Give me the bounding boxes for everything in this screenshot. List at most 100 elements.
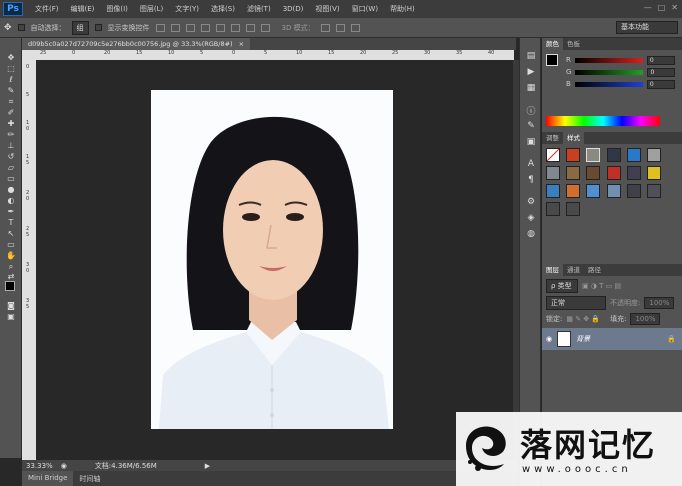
align-left-icon[interactable] bbox=[200, 23, 210, 32]
menu-filter[interactable]: 滤镜(T) bbox=[247, 4, 271, 14]
menu-window[interactable]: 窗口(W) bbox=[352, 4, 378, 14]
style-swatch[interactable] bbox=[606, 184, 621, 198]
fill-input[interactable]: 100% bbox=[630, 313, 661, 325]
quick-select-tool-icon[interactable]: ✎ bbox=[0, 85, 22, 96]
shape-tool-icon[interactable]: ▭ bbox=[0, 239, 22, 250]
properties-icon[interactable]: ▦ bbox=[520, 80, 542, 96]
tab-color[interactable]: 颜色 bbox=[542, 38, 563, 50]
tab-channels[interactable]: 通道 bbox=[563, 264, 584, 276]
style-swatch[interactable] bbox=[546, 166, 560, 180]
channel-b-value[interactable]: 0 bbox=[646, 79, 675, 89]
move-tool-icon[interactable]: ✥ bbox=[0, 52, 22, 63]
actions-icon[interactable]: ▶ bbox=[520, 64, 542, 80]
tool-presets-icon[interactable]: ⚙ bbox=[520, 194, 542, 210]
menu-edit[interactable]: 编辑(E) bbox=[71, 4, 95, 14]
doc-info[interactable]: 文档:4.36M/6.56M bbox=[95, 461, 157, 471]
paragraph-icon[interactable]: ¶ bbox=[520, 172, 542, 188]
tab-swatches[interactable]: 色板 bbox=[563, 38, 584, 50]
align-right-icon[interactable] bbox=[230, 23, 240, 32]
style-swatch[interactable] bbox=[546, 148, 560, 162]
stamp-tool-icon[interactable]: ⊥ bbox=[0, 140, 22, 151]
clone-source-icon[interactable]: ▣ bbox=[520, 134, 542, 150]
style-swatch[interactable] bbox=[626, 184, 641, 198]
style-swatch[interactable] bbox=[626, 166, 641, 180]
filter-icons[interactable]: ▣ ◑ T ▭ ▤ bbox=[582, 282, 621, 290]
menu-view[interactable]: 视图(V) bbox=[315, 4, 339, 14]
distribute-icon[interactable] bbox=[245, 23, 255, 32]
style-swatch[interactable] bbox=[546, 202, 560, 216]
menu-select[interactable]: 选择(S) bbox=[211, 4, 235, 14]
tab-adjustments[interactable]: 调整 bbox=[542, 132, 563, 144]
zoom-readout[interactable]: 33.33% bbox=[26, 462, 53, 470]
style-swatch[interactable] bbox=[606, 148, 621, 162]
style-swatch[interactable] bbox=[566, 202, 581, 216]
gradient-tool-icon[interactable]: ▭ bbox=[0, 173, 22, 184]
style-swatch[interactable] bbox=[586, 166, 601, 180]
style-swatch[interactable] bbox=[566, 148, 581, 162]
color-spectrum[interactable] bbox=[546, 116, 660, 126]
align-center-icon[interactable] bbox=[215, 23, 225, 32]
menu-help[interactable]: 帮助(H) bbox=[390, 4, 415, 14]
align-middle-icon[interactable] bbox=[170, 23, 180, 32]
slide-3d-icon[interactable] bbox=[350, 23, 360, 32]
style-swatch[interactable] bbox=[647, 184, 662, 198]
tab-mini-bridge[interactable]: Mini Bridge bbox=[22, 471, 74, 486]
color-foreground[interactable] bbox=[546, 54, 558, 66]
style-swatch[interactable] bbox=[586, 184, 601, 198]
color-swatches[interactable] bbox=[0, 280, 21, 300]
menu-image[interactable]: 图像(I) bbox=[106, 4, 128, 14]
style-swatch[interactable] bbox=[586, 148, 601, 162]
lock-icons[interactable]: ▦ ✎ ✥ 🔒 bbox=[566, 315, 600, 323]
zoom-tool-icon[interactable]: ⌕ bbox=[0, 261, 22, 272]
channel-r-value[interactable]: 0 bbox=[646, 55, 675, 65]
channel-g-slider[interactable] bbox=[575, 69, 644, 75]
eraser-tool-icon[interactable]: ▱ bbox=[0, 162, 22, 173]
path-select-tool-icon[interactable]: ↖ bbox=[0, 228, 22, 239]
eyedropper-tool-icon[interactable]: ✐ bbox=[0, 107, 22, 118]
close-button[interactable]: ✕ bbox=[671, 3, 678, 12]
pan-3d-icon[interactable] bbox=[335, 23, 345, 32]
style-swatch[interactable] bbox=[606, 166, 621, 180]
status-icon[interactable]: ◉ bbox=[61, 462, 67, 470]
rotate-3d-icon[interactable] bbox=[320, 23, 330, 32]
lasso-tool-icon[interactable]: ℓ bbox=[0, 74, 22, 85]
workspace-dropdown[interactable]: 基本功能 bbox=[616, 21, 678, 34]
tab-layers[interactable]: 图层 bbox=[542, 264, 563, 276]
healing-tool-icon[interactable]: ✚ bbox=[0, 118, 22, 129]
menu-type[interactable]: 文字(Y) bbox=[175, 4, 199, 14]
show-transform-checkbox[interactable] bbox=[94, 24, 102, 31]
channel-b-slider[interactable] bbox=[574, 81, 643, 87]
type-tool-icon[interactable]: T bbox=[0, 217, 22, 228]
align-bottom-icon[interactable] bbox=[185, 23, 195, 32]
info-icon[interactable]: ⓘ bbox=[520, 102, 542, 118]
portrait-photo[interactable] bbox=[151, 90, 393, 429]
blend-mode-dropdown[interactable]: 正常 bbox=[546, 296, 606, 310]
align-top-icon[interactable] bbox=[155, 23, 165, 32]
menu-layer[interactable]: 图层(L) bbox=[140, 4, 163, 14]
menu-file[interactable]: 文件(F) bbox=[35, 4, 59, 14]
minimize-button[interactable]: — bbox=[644, 3, 652, 12]
style-swatch[interactable] bbox=[546, 184, 560, 198]
tab-timeline[interactable]: 时间轴 bbox=[73, 474, 106, 484]
tab-styles[interactable]: 样式 bbox=[563, 132, 584, 144]
brush-icon[interactable]: ✎ bbox=[520, 118, 542, 134]
auto-select-checkbox[interactable] bbox=[17, 24, 25, 31]
quick-mask-icon[interactable]: ◙ bbox=[0, 300, 22, 311]
dodge-tool-icon[interactable]: ◐ bbox=[0, 195, 22, 206]
distribute-h-icon[interactable] bbox=[260, 23, 270, 32]
notes-icon[interactable]: ◍ bbox=[520, 226, 542, 242]
eye-icon[interactable]: ◉ bbox=[546, 335, 552, 343]
tab-paths[interactable]: 路径 bbox=[584, 264, 605, 276]
style-swatch[interactable] bbox=[566, 166, 581, 180]
history-brush-tool-icon[interactable]: ↺ bbox=[0, 151, 22, 162]
swap-colors-icon[interactable]: ⇄ bbox=[0, 272, 22, 281]
opacity-input[interactable]: 100% bbox=[644, 297, 675, 309]
style-swatch[interactable] bbox=[647, 166, 662, 180]
style-swatch[interactable] bbox=[647, 148, 662, 162]
channel-g-value[interactable]: 0 bbox=[647, 67, 676, 77]
crop-tool-icon[interactable]: ⌗ bbox=[0, 96, 22, 107]
layer-kind-filter[interactable]: ρ 类型 bbox=[546, 279, 578, 293]
marquee-tool-icon[interactable]: ⬚ bbox=[0, 63, 22, 74]
menu-3d[interactable]: 3D(D) bbox=[283, 5, 304, 13]
move-tool-icon[interactable]: ✥ bbox=[4, 23, 12, 33]
